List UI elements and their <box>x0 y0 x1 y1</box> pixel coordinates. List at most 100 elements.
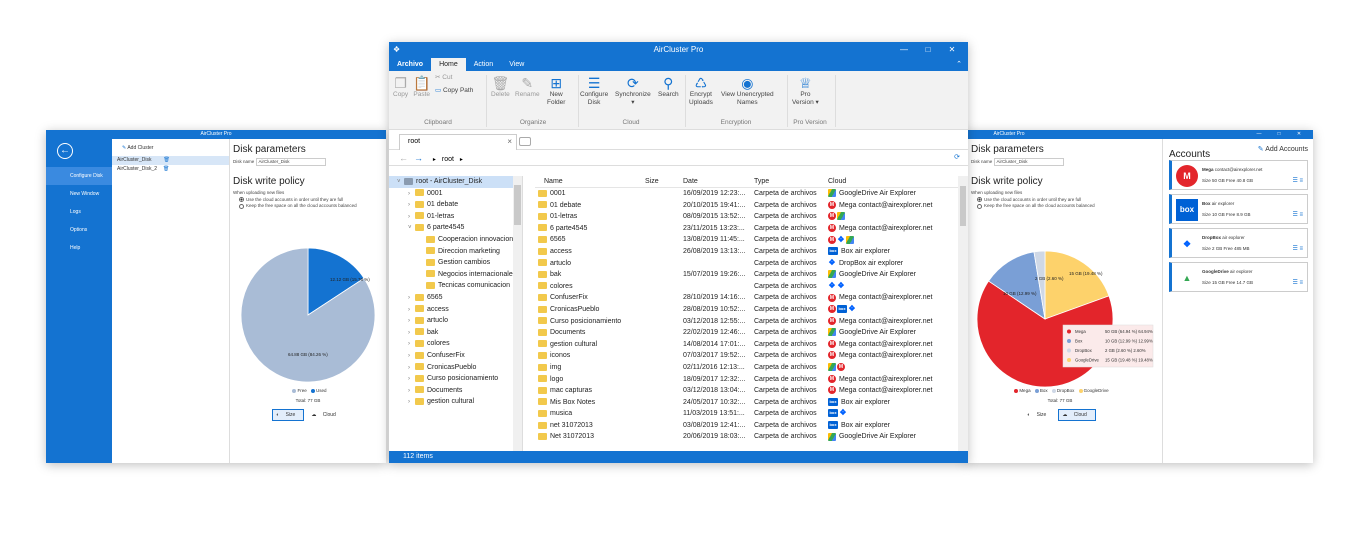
table-row[interactable]: 6 parte4545 23/11/2015 13:23:... Carpeta d… <box>535 223 958 235</box>
add-accounts-button[interactable]: ✎ Add Accounts <box>1258 145 1308 153</box>
col-date[interactable]: Date <box>683 176 753 188</box>
policy-radio-order[interactable] <box>239 197 244 203</box>
forward-arrow-icon[interactable]: → <box>414 153 423 163</box>
add-cluster-button[interactable]: ✎ Add Cluster <box>112 139 229 156</box>
table-row[interactable]: Curso posicionamiento 03/12/2018 12:55:..… <box>535 316 958 328</box>
table-row[interactable]: ConfuserFix 28/10/2019 14:16:... Carpeta d… <box>535 292 958 304</box>
close-icon[interactable]: ✕ <box>940 42 964 57</box>
tree-node[interactable]: › ConfuserFix <box>389 350 522 362</box>
table-row[interactable]: access 26/08/2019 13:13:... Carpeta de arc… <box>535 246 958 258</box>
minimize-icon[interactable]: — <box>1249 130 1269 139</box>
tree-node[interactable]: ˅ root - AirCluster_Disk <box>389 176 522 188</box>
table-row[interactable]: gestion cultural 14/08/2014 17:01:... Carp… <box>535 339 958 351</box>
table-row[interactable]: Mis Box Notes 24/05/2017 10:32:... Carpeta… <box>535 397 958 409</box>
breadcrumb-root[interactable]: root <box>442 156 454 163</box>
table-row[interactable]: 01 debate 20/10/2015 19:41:... Carpeta de … <box>535 200 958 212</box>
configure-disk-button[interactable]: ☰ Configure Disk <box>580 75 608 107</box>
account-card[interactable]: M Mega contact@airexplorer.net Size 50 GB … <box>1169 160 1308 190</box>
sidebar-item-logs[interactable]: Logs <box>46 203 112 221</box>
tree-node[interactable]: › 6565 <box>389 292 522 304</box>
rename-button[interactable]: ✎ Rename <box>515 75 540 99</box>
synchronize-button[interactable]: ⟳ Synchronize ▾ <box>615 75 651 107</box>
table-row[interactable]: colores Carpeta de archivos ❖ ❖ <box>535 281 958 293</box>
minimize-icon[interactable]: — <box>892 42 916 57</box>
encrypt-uploads-button[interactable]: ♺ Encrypt Uploads <box>689 75 713 107</box>
account-card[interactable]: ▲ GoogleDrive air explorer Size 15 GB Free… <box>1169 262 1308 292</box>
tree-node[interactable]: Negocios internacionales <box>389 269 522 281</box>
tree-node[interactable]: › 0001 <box>389 188 522 200</box>
pro-version-button[interactable]: ♕ Pro Version ▾ <box>792 75 819 107</box>
tree-node[interactable]: › Curso posicionamiento <box>389 373 522 385</box>
account-settings-icon[interactable]: ☰ ≡ <box>1292 245 1303 252</box>
policy-radio-order[interactable] <box>977 197 982 203</box>
close-icon[interactable]: ✕ <box>1289 130 1309 139</box>
sidebar-item-options[interactable]: Options <box>46 221 112 239</box>
refresh-icon[interactable]: ⟳ <box>954 150 960 166</box>
table-row[interactable]: iconos 07/03/2017 19:52:... Carpeta de arc… <box>535 350 958 362</box>
sidebar-item-new-window[interactable]: New Window <box>46 185 112 203</box>
tree-node[interactable]: › gestion cultural <box>389 396 522 408</box>
account-card[interactable]: box Box air explorer Size 10 GB Free 8.9 G… <box>1169 194 1308 224</box>
tree-node[interactable]: › 01 debate <box>389 199 522 211</box>
paste-button[interactable]: 📋 Paste <box>413 75 430 99</box>
maximize-icon[interactable]: □ <box>916 42 940 57</box>
table-row[interactable]: 0001 16/09/2019 12:23:... Carpeta de archi… <box>535 188 958 200</box>
copy-button[interactable]: ❐ Copy <box>393 75 408 99</box>
tree-node[interactable]: › Documents <box>389 385 522 397</box>
cut-button[interactable]: ✂ Cut <box>435 74 452 82</box>
view-unencrypted-button[interactable]: ◉ View Unencrypted Names <box>721 75 774 107</box>
table-row[interactable]: mac capturas 03/12/2018 13:04:... Carpeta … <box>535 385 958 397</box>
account-card[interactable]: ❖ DropBox air explorer Size 2 GB Free 485 … <box>1169 228 1308 258</box>
tree-node[interactable]: Gestion cambios <box>389 257 522 269</box>
table-row[interactable]: 6565 13/08/2019 11:45:... Carpeta de archi… <box>535 234 958 246</box>
collapse-ribbon-icon[interactable]: ⌃ <box>948 58 968 71</box>
table-row[interactable]: musica 11/03/2019 13:51:... Carpeta de arc… <box>535 408 958 420</box>
table-row[interactable]: Net 31072013 20/06/2019 18:03:... Carpeta … <box>535 431 958 443</box>
toggle-size-button[interactable]: ◐ Size <box>272 409 305 421</box>
table-row[interactable]: CronicasPueblo 28/08/2019 10:52:... Carpet… <box>535 304 958 316</box>
policy-radio-balanced[interactable] <box>239 203 244 209</box>
tree-node[interactable]: Tecnicas comunicacion <box>389 280 522 292</box>
disk-item[interactable]: AirCluster_Disk 🗑 <box>112 156 229 165</box>
trash-icon[interactable]: 🗑 <box>163 166 169 172</box>
delete-button[interactable]: 🗑 Delete <box>491 75 510 99</box>
sidebar-item-configure-disk[interactable]: Configure Disk <box>46 167 112 185</box>
tree-scrollbar[interactable] <box>513 176 522 451</box>
tree-node[interactable]: Cooperacion innovacion <box>389 234 522 246</box>
col-type[interactable]: Type <box>754 176 828 188</box>
tab-action[interactable]: Action <box>466 58 501 71</box>
tree-node[interactable]: › bak <box>389 327 522 339</box>
sidebar-item-help[interactable]: Help <box>46 239 112 257</box>
copy-path-button[interactable]: ▭ Copy Path <box>435 87 473 95</box>
breadcrumb-arrow-icon[interactable]: ▸ <box>460 157 463 163</box>
file-list-scrollbar[interactable] <box>958 176 968 451</box>
account-settings-icon[interactable]: ☰ ≡ <box>1292 177 1303 184</box>
new-tab-button[interactable] <box>519 137 531 146</box>
table-row[interactable]: Documents 22/02/2019 12:46:... Carpeta de … <box>535 327 958 339</box>
table-row[interactable]: artuclo Carpeta de archivos ❖ DropBox air … <box>535 258 958 270</box>
policy-radio-balanced[interactable] <box>977 203 982 209</box>
trash-icon[interactable]: 🗑 <box>163 157 169 163</box>
disk-name-field[interactable]: AirCluster_Disk <box>993 158 1064 166</box>
tree-node[interactable]: › artuclo <box>389 315 522 327</box>
table-row[interactable]: img 02/11/2016 12:13:... Carpeta de archiv… <box>535 362 958 374</box>
disk-name-field[interactable]: AirCluster_Disk <box>255 158 326 166</box>
toggle-size-button[interactable]: ◐ Size <box>1024 410 1054 420</box>
toggle-cloud-button[interactable]: ☁ Cloud <box>1058 409 1096 421</box>
search-button[interactable]: ⚲ Search <box>658 75 679 99</box>
col-size[interactable]: Size <box>645 176 681 188</box>
tree-node[interactable]: Direccion marketing <box>389 246 522 258</box>
table-row[interactable]: net 31072013 03/08/2019 12:41:... Carpeta … <box>535 420 958 432</box>
new-folder-button[interactable]: ⊞ New Folder <box>547 75 565 107</box>
table-row[interactable]: 01-letras 08/09/2015 13:52:... Carpeta de … <box>535 211 958 223</box>
col-name[interactable]: Name <box>538 176 645 188</box>
tree-node[interactable]: › colores <box>389 338 522 350</box>
tree-node[interactable]: ˅ 6 parte4545 <box>389 222 522 234</box>
tab-home[interactable]: Home <box>431 58 466 71</box>
back-icon[interactable]: ← <box>57 143 73 159</box>
account-settings-icon[interactable]: ☰ ≡ <box>1292 211 1303 218</box>
toggle-cloud-button[interactable]: ☁ Cloud <box>308 410 343 420</box>
chevron-right-icon[interactable]: › <box>408 397 415 409</box>
tab-archivo[interactable]: Archivo <box>389 58 431 71</box>
tree-node[interactable]: › CronicasPueblo <box>389 362 522 374</box>
